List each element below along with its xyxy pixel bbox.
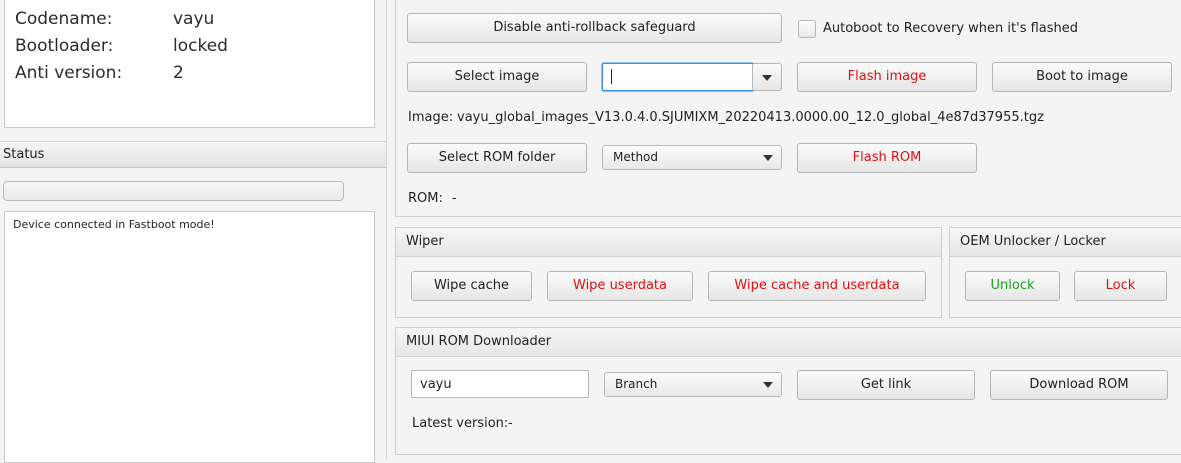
rom-value: - [452, 191, 457, 206]
lock-button[interactable]: Lock [1074, 271, 1167, 301]
rom-label: ROM: [408, 191, 443, 206]
chevron-down-icon [763, 155, 773, 161]
info-row-codename: Codename: vayu [15, 9, 214, 29]
downloader-header: MIUI ROM Downloader [396, 328, 1181, 357]
latest-version-label: Latest version: [412, 416, 509, 431]
status-log[interactable]: Device connected in Fastboot mode! [4, 211, 375, 463]
flasher-panel: Disable anti-rollback safeguard Autoboot… [395, 0, 1181, 217]
chevron-down-icon [763, 382, 773, 388]
select-rom-folder-button[interactable]: Select ROM folder [407, 143, 587, 173]
flash-image-button[interactable]: Flash image [797, 62, 977, 92]
partition-combo-toggle[interactable] [752, 63, 782, 91]
info-value: locked [173, 36, 228, 56]
oem-header: OEM Unlocker / Locker [950, 228, 1181, 257]
info-key: Bootloader: [15, 36, 114, 56]
image-value: vayu_global_images_V13.0.4.0.SJUMIXM_202… [457, 110, 1044, 125]
device-info-panel: Codename: vayu Bootloader: locked Anti ver… [4, 0, 375, 128]
wiper-header: Wiper [396, 228, 941, 257]
autoboot-label: Autoboot to Recovery when it's flashed [823, 21, 1079, 36]
branch-select[interactable]: Branch [604, 372, 782, 397]
status-header: Status [0, 141, 386, 168]
select-image-button[interactable]: Select image [407, 62, 587, 92]
wiper-panel: Wiper Wipe cache Wipe userdata Wipe cach… [395, 227, 942, 318]
info-value: vayu [173, 9, 215, 29]
wipe-userdata-button[interactable]: Wipe userdata [547, 271, 693, 301]
codename-input[interactable] [411, 370, 589, 398]
chevron-down-icon [762, 75, 772, 81]
info-row-anti-version: Anti version: 2 [15, 63, 184, 83]
latest-version-value: - [508, 416, 513, 431]
autoboot-checkbox[interactable] [798, 20, 816, 38]
download-rom-button[interactable]: Download ROM [990, 370, 1168, 400]
method-select-value: Method [613, 150, 659, 164]
column-divider[interactable] [386, 0, 387, 459]
info-key: Anti version: [15, 63, 123, 83]
branch-select-value: Branch [615, 377, 658, 391]
wipe-cache-userdata-button[interactable]: Wipe cache and userdata [708, 271, 926, 301]
downloader-panel: MIUI ROM Downloader Branch Get link Down… [395, 327, 1181, 455]
info-key: Codename: [15, 9, 113, 29]
method-select[interactable]: Method [602, 145, 782, 170]
unlock-button[interactable]: Unlock [965, 271, 1060, 301]
get-link-button[interactable]: Get link [797, 370, 975, 400]
info-row-bootloader: Bootloader: locked [15, 36, 228, 56]
text-caret [611, 69, 612, 84]
wipe-cache-button[interactable]: Wipe cache [411, 271, 532, 301]
boot-image-button[interactable]: Boot to image [992, 62, 1172, 92]
info-value: 2 [173, 63, 184, 83]
progress-bar [3, 181, 344, 201]
image-label: Image: [408, 110, 454, 125]
partition-combo-input[interactable] [602, 63, 754, 91]
oem-panel: OEM Unlocker / Locker Unlock Lock [949, 227, 1181, 318]
disable-antirollback-button[interactable]: Disable anti-rollback safeguard [407, 13, 782, 43]
flash-rom-button[interactable]: Flash ROM [797, 143, 977, 173]
